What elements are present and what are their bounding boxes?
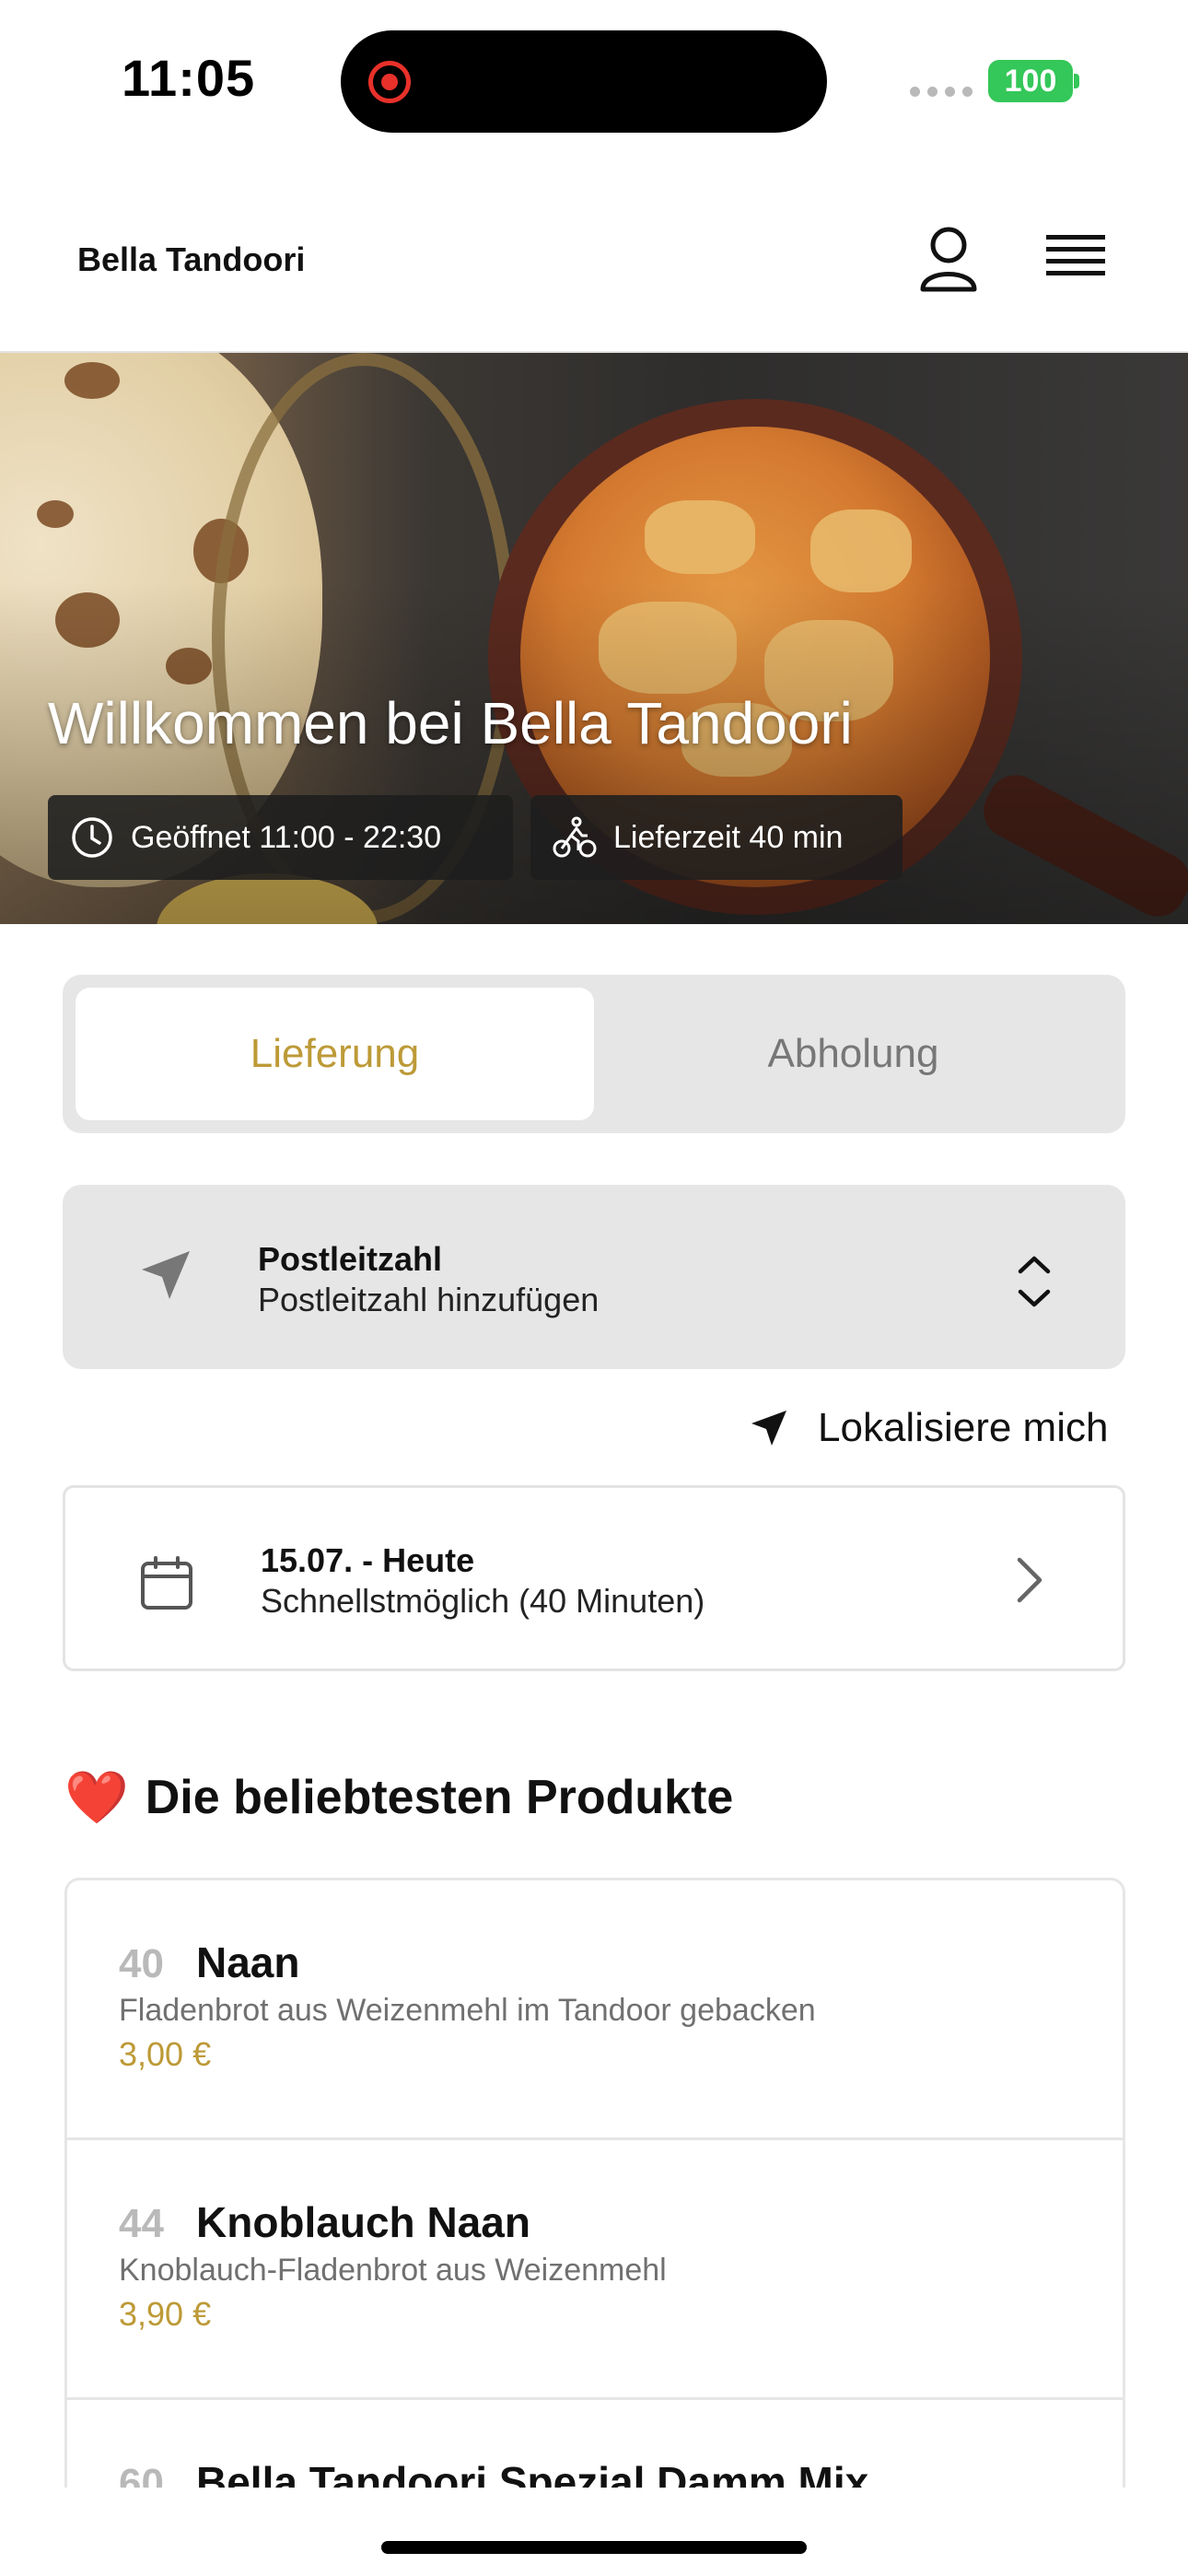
- postcode-placeholder: Postleitzahl hinzufügen: [258, 1281, 600, 1318]
- cellular-signal-icon: [910, 87, 973, 97]
- delivery-time-badge: Lieferzeit 40 min: [530, 795, 903, 880]
- product-name: Naan: [196, 1938, 300, 1986]
- tab-delivery[interactable]: Lieferung: [76, 988, 594, 1120]
- locate-me-button[interactable]: Lokalisiere mich: [748, 1399, 1108, 1458]
- postcode-selector[interactable]: Postleitzahl Postleitzahl hinzufügen: [63, 1185, 1125, 1369]
- user-icon: [920, 227, 977, 292]
- heart-icon: ❤️: [64, 1768, 129, 1826]
- product-price: 3,90 €: [119, 2295, 212, 2333]
- status-bar: 11:05 100: [0, 0, 1188, 161]
- locate-me-label: Lokalisiere mich: [818, 1405, 1109, 1450]
- status-time: 11:05: [122, 49, 256, 107]
- calendar-icon: [141, 1556, 192, 1610]
- delivery-date: 15.07. - Heute: [261, 1541, 475, 1579]
- opening-hours-badge: Geöffnet 11:00 - 22:30: [48, 795, 513, 880]
- product-number: 60: [119, 2461, 164, 2488]
- hamburger-menu-icon: [1046, 235, 1105, 275]
- clock-icon: [72, 817, 112, 858]
- battery-level: 100: [988, 60, 1073, 102]
- hero-title: Willkommen bei Bella Tandoori: [48, 690, 853, 756]
- product-item[interactable]: 40 Naan Fladenbrot aus Weizenmehl im Tan…: [67, 1880, 1123, 2140]
- recording-indicator-icon: [368, 61, 411, 103]
- tab-pickup[interactable]: Abholung: [594, 988, 1112, 1120]
- chevron-up-down-icon: [1018, 1256, 1051, 1307]
- navigation-arrow-icon: [142, 1251, 190, 1299]
- product-item[interactable]: 60 Bella Tandoori Spezial Damm Mix: [67, 2400, 1123, 2488]
- popular-products-title: Die beliebtesten Produkte: [145, 1771, 734, 1824]
- battery-tip: [1074, 74, 1079, 88]
- user-account-button[interactable]: [912, 221, 985, 295]
- product-number: 40: [119, 1941, 164, 1986]
- order-type-switch: Lieferung Abholung: [63, 975, 1125, 1133]
- hero-banner: Willkommen bei Bella Tandoori Geöffnet 1…: [0, 353, 1188, 924]
- app-header: Bella Tandoori: [0, 161, 1188, 353]
- opening-hours-text: Geöffnet 11:00 - 22:30: [131, 819, 442, 855]
- bottom-safe-area: [0, 2488, 1188, 2576]
- popular-products-heading: ❤️ Die beliebtesten Produkte: [64, 1767, 733, 1828]
- home-indicator[interactable]: [381, 2541, 807, 2554]
- product-item[interactable]: 44 Knoblauch Naan Knoblauch-Fladenbrot a…: [67, 2140, 1123, 2400]
- menu-button[interactable]: [1039, 224, 1112, 290]
- product-name: Bella Tandoori Spezial Damm Mix: [196, 2458, 869, 2488]
- brand-name[interactable]: Bella Tandoori: [77, 240, 305, 279]
- dynamic-island: [341, 30, 827, 133]
- product-description: Fladenbrot aus Weizenmehl im Tandoor geb…: [119, 1993, 816, 2028]
- product-description: Knoblauch-Fladenbrot aus Weizenmehl: [119, 2253, 667, 2288]
- location-arrow-icon: [751, 1411, 786, 1446]
- postcode-label: Postleitzahl: [258, 1240, 443, 1278]
- chevron-right-icon: [1017, 1557, 1042, 1603]
- product-number: 44: [119, 2201, 164, 2246]
- delivery-date-selector[interactable]: 15.07. - Heute Schnellstmöglich (40 Minu…: [63, 1485, 1125, 1671]
- popular-products-list: 40 Naan Fladenbrot aus Weizenmehl im Tan…: [64, 1878, 1125, 2488]
- bike-courier-icon: [553, 816, 597, 858]
- delivery-time-text: Lieferzeit 40 min: [613, 819, 844, 855]
- product-name: Knoblauch Naan: [196, 2198, 530, 2246]
- delivery-time-option: Schnellstmöglich (40 Minuten): [261, 1582, 705, 1620]
- product-price: 3,00 €: [119, 2035, 212, 2073]
